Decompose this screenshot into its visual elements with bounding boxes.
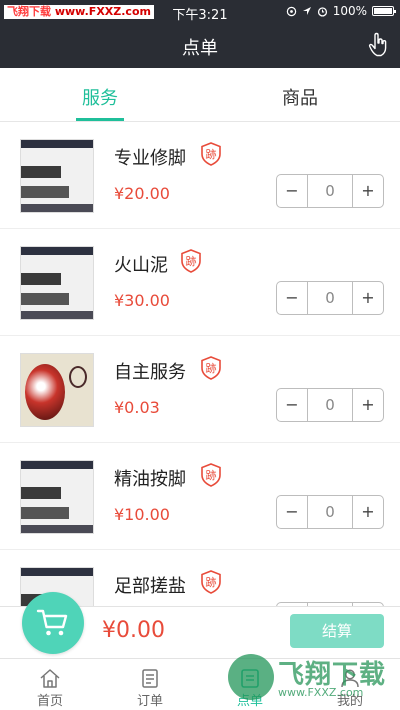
battery-icon [372,6,396,16]
quantity-stepper: − 0 + [276,281,384,315]
minus-button[interactable]: − [277,282,307,314]
item-name: 自主服务 [114,362,186,383]
list-item[interactable]: 自主服务 跡 ¥0.03 − 0 + [0,336,400,443]
plus-button[interactable]: + [353,496,383,528]
tabbar-label: 订单 [136,694,163,709]
service-list: 专业修脚 跡 ¥20.00 − 0 + 火山泥 跡 ¥30.00 − 0 + 自… [0,122,400,606]
badge-icon: 跡 [181,249,201,273]
badge-text: 跡 [206,468,217,482]
item-name: 精油按脚 [114,469,186,490]
plus-button[interactable]: + [353,282,383,314]
item-price: ¥0.03 [114,398,160,417]
minus-button[interactable]: − [277,389,307,421]
category-tabs: 服务 商品 [0,68,400,122]
badge-icon: 跡 [201,356,221,380]
badge-text: 跡 [186,254,197,268]
item-thumbnail [20,460,94,534]
tabbar-label: 首页 [36,694,63,709]
tab-products[interactable]: 商品 [240,84,360,110]
order-icon [142,669,158,688]
tabbar-item-orders[interactable]: 订单 [100,659,200,710]
item-name: 火山泥 [114,255,168,276]
item-price: ¥10.00 [114,505,170,524]
home-icon [40,669,60,688]
item-price: ¥20.00 [114,184,170,203]
item-thumbnail [20,353,94,427]
quantity-value[interactable]: 0 [307,282,353,314]
watermark-logo: 飞翔下载 www.FXXZ.com [228,650,388,706]
plus-button[interactable]: + [353,389,383,421]
cart-button[interactable] [22,592,84,654]
status-icons: 100% [286,4,396,18]
minus-button[interactable]: − [277,175,307,207]
quantity-stepper: − 0 + [276,388,384,422]
location-icon [302,7,311,15]
quantity-value[interactable]: 0 [307,496,353,528]
minus-button[interactable]: − [277,496,307,528]
nav-bar: 点单 [0,24,400,68]
plus-button[interactable]: + [353,175,383,207]
tab-services[interactable]: 服务 [40,84,160,110]
alarm-icon [317,6,327,17]
status-bar: 飞翔下载 www.FXXZ.com 下午3:21 100% [0,0,400,24]
badge-text: 跡 [206,361,217,375]
badge-icon: 跡 [201,142,221,166]
badge-icon: 跡 [201,463,221,487]
watermark-emblem [228,654,274,700]
quantity-value[interactable]: 0 [307,175,353,207]
item-thumbnail [20,139,94,213]
item-name: 足部搓盐 [114,576,186,597]
checkout-button[interactable]: 结算 [290,614,384,648]
watermark-url-text: www.FXXZ.com [278,686,364,699]
badge-text: 跡 [206,147,217,161]
quantity-value[interactable]: 0 [307,389,353,421]
item-price: ¥30.00 [114,291,170,310]
cart-icon [36,609,68,636]
item-thumbnail [20,246,94,320]
list-item[interactable]: 火山泥 跡 ¥30.00 − 0 + [0,229,400,336]
cart-total: ¥0.00 [102,618,165,643]
tab-indicator [76,118,124,121]
quantity-stepper: − 0 + [276,495,384,529]
item-name: 专业修脚 [114,148,186,169]
page-title: 点单 [182,38,218,59]
battery-percent: 100% [332,4,367,18]
tabbar-item-home[interactable]: 首页 [0,659,100,710]
list-item[interactable]: 精油按脚 跡 ¥10.00 − 0 + [0,443,400,550]
orientation-lock-icon [286,6,296,16]
quantity-stepper: − 0 + [276,174,384,208]
list-item[interactable]: 专业修脚 跡 ¥20.00 − 0 + [0,122,400,229]
hand-pointer-icon[interactable] [366,32,390,58]
badge-text: 跡 [206,575,217,589]
badge-icon: 跡 [201,570,221,594]
